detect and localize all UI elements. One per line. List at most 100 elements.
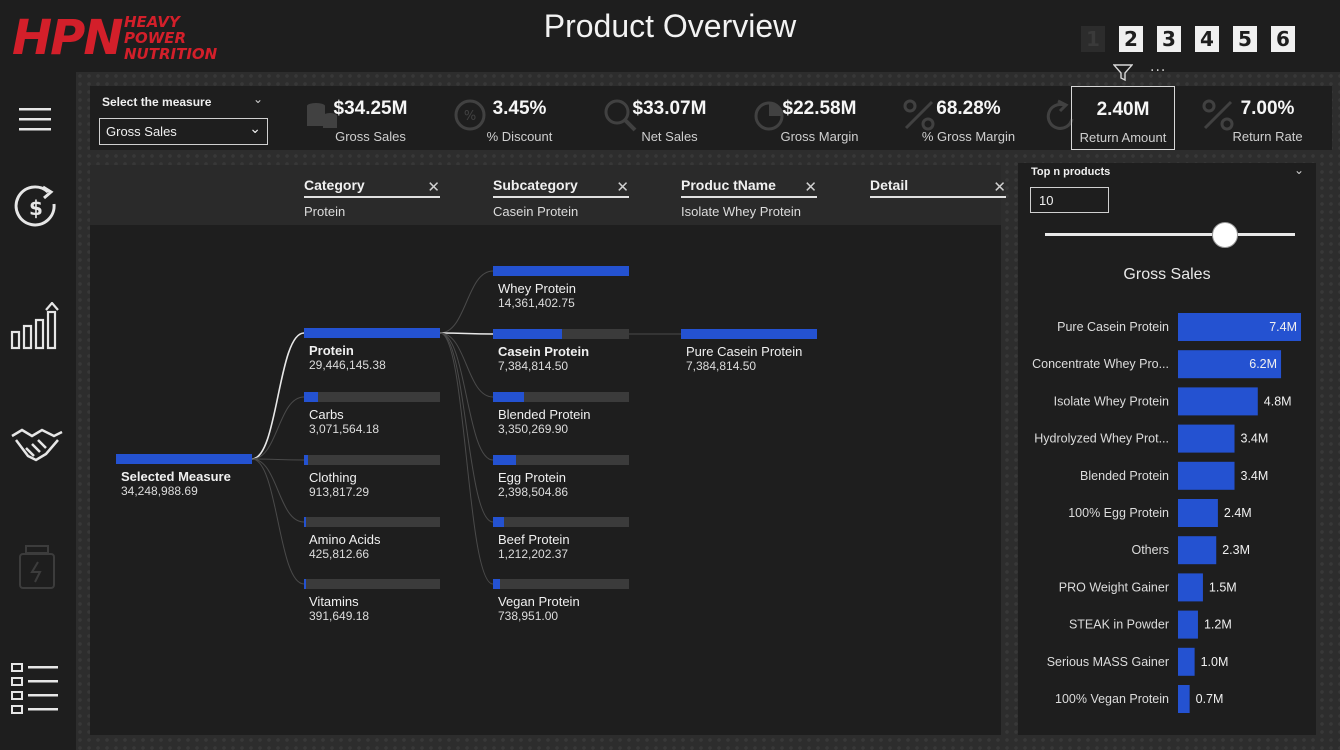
node-value: 29,446,145.38 — [309, 358, 386, 372]
node-bar-track — [116, 454, 252, 464]
tree-node-subcategory[interactable]: Blended Protein 3,350,269.90 — [493, 392, 629, 436]
node-bar-track — [681, 329, 817, 339]
node-label: Selected Measure — [121, 469, 231, 484]
kpi-value: 2.40M — [1096, 99, 1150, 120]
node-bar-track — [304, 455, 440, 465]
kpi-gross-margin[interactable]: $22.58M Gross Margin — [747, 86, 892, 150]
tree-node-category[interactable]: Vitamins 391,649.18 — [304, 579, 440, 623]
tree-node-subcategory[interactable]: Casein Protein 7,384,814.50 — [493, 329, 629, 373]
bar[interactable] — [1178, 424, 1235, 453]
more-options-icon[interactable]: ··· — [1150, 63, 1166, 79]
tree-node-category[interactable]: Clothing 913,817.29 — [304, 455, 440, 499]
kpi-label: Net Sales — [641, 129, 698, 144]
tree-node-category[interactable]: Amino Acids 425,812.66 — [304, 517, 440, 561]
node-bar-track — [493, 579, 629, 589]
bar[interactable] — [1178, 536, 1217, 565]
kpi-return-rate[interactable]: 7.00% Return Rate — [1195, 86, 1340, 150]
kpi-value: $33.07M — [632, 98, 707, 119]
bar-value-label: 1.0M — [1201, 655, 1229, 669]
node-bar-fill — [304, 579, 306, 589]
bar[interactable] — [1178, 610, 1198, 639]
page-button-2[interactable]: 2 — [1119, 26, 1143, 52]
node-bar-fill — [116, 454, 252, 464]
bar[interactable] — [1178, 387, 1258, 416]
kpi-return-amount[interactable]: 2.40M Return Amount — [1046, 86, 1175, 150]
list-icon[interactable] — [10, 660, 64, 714]
node-bar-fill — [493, 329, 563, 339]
tree-node-subcategory[interactable]: Egg Protein 2,398,504.86 — [493, 455, 629, 499]
tree-connectors — [251, 270, 681, 585]
node-label: Pure Casein Protein — [686, 344, 803, 359]
page-button-6[interactable]: 6 — [1271, 26, 1295, 52]
tree-node-category[interactable]: Protein 29,446,145.38 — [304, 328, 440, 372]
handshake-icon[interactable] — [10, 418, 64, 472]
finance-icon[interactable]: $ — [10, 180, 64, 234]
page-button-3[interactable]: 3 — [1157, 26, 1181, 52]
bar-chart-title: Gross Sales — [1123, 266, 1211, 283]
measure-dropdown-value: Gross Sales — [106, 124, 177, 139]
bar-value-label: 2.4M — [1224, 506, 1252, 520]
node-value: 7,384,814.50 — [686, 359, 757, 373]
bar[interactable] — [1178, 499, 1218, 527]
kpi-strip: Select the measure ⌄ Gross Sales ⌄ $34.2… — [90, 86, 1332, 150]
bar-category-label: 100% Egg Protein — [1068, 506, 1169, 520]
node-bar-track — [304, 579, 440, 589]
node-bar-fill — [493, 517, 504, 527]
node-value: 34,248,988.69 — [121, 484, 198, 498]
topn-slider-track[interactable] — [1045, 233, 1295, 236]
tree-node-product[interactable]: Pure Casein Protein 7,384,814.50 — [681, 329, 817, 373]
kpi-gross-margin-pct[interactable]: 68.28% % Gross Margin — [896, 86, 1041, 150]
tree-node-subcategory[interactable]: Whey Protein 14,361,402.75 — [493, 266, 629, 310]
chevron-down-icon[interactable]: ⌄ — [1294, 163, 1304, 177]
topn-slider-handle[interactable] — [1212, 222, 1238, 248]
kpi-gross-sales[interactable]: $34.25M Gross Sales — [298, 86, 443, 150]
tree-link — [251, 458, 305, 461]
bar-category-label: Others — [1131, 543, 1169, 557]
page-button-4[interactable]: 4 — [1195, 26, 1219, 52]
node-label: Carbs — [309, 407, 344, 422]
measure-dropdown[interactable]: Gross Sales ⌄ — [99, 118, 268, 145]
top-products-panel: Top n products ⌄ 10 Gross Sales Pure Cas… — [1018, 163, 1316, 735]
bar-category-label: 100% Vegan Protein — [1055, 692, 1169, 706]
node-bar-track — [493, 392, 629, 402]
page-button-1[interactable]: 1 — [1081, 26, 1105, 52]
bar[interactable] — [1178, 647, 1195, 676]
menu-icon[interactable] — [10, 92, 64, 146]
kpi-discount[interactable]: % 3.45% % Discount — [447, 86, 592, 150]
bar-category-label: Hydrolyzed Whey Prot... — [1034, 432, 1169, 446]
chevron-down-icon[interactable]: ⌄ — [253, 92, 263, 106]
bar-value-label: 1.5M — [1209, 580, 1237, 594]
bar[interactable] — [1178, 461, 1235, 490]
bar[interactable] — [1178, 573, 1203, 602]
kpi-net-sales[interactable]: $33.07M Net Sales — [597, 86, 742, 150]
tree-node-root[interactable]: Selected Measure 34,248,988.69 — [116, 454, 252, 498]
tree-link — [251, 396, 305, 460]
page-button-5[interactable]: 5 — [1233, 26, 1257, 52]
topn-input[interactable]: 10 — [1030, 187, 1109, 213]
node-bar-track — [493, 455, 629, 465]
tree-node-category[interactable]: Carbs 3,071,564.18 — [304, 392, 440, 436]
tree-node-subcategory[interactable]: Vegan Protein 738,951.00 — [493, 579, 629, 623]
tree-link — [439, 270, 494, 334]
kpi-value: $34.25M — [333, 98, 408, 119]
node-value: 7,384,814.50 — [498, 359, 569, 373]
node-bar-fill — [493, 579, 500, 589]
node-label: Beef Protein — [498, 532, 570, 547]
tree-node-subcategory[interactable]: Beef Protein 1,212,202.37 — [493, 517, 629, 561]
node-label: Egg Protein — [498, 470, 566, 485]
bar-category-label: Serious MASS Gainer — [1047, 655, 1169, 669]
node-value: 1,212,202.37 — [498, 547, 569, 561]
node-value: 2,398,504.86 — [498, 485, 569, 499]
supplement-jar-icon[interactable] — [10, 540, 64, 594]
bar-value-label: 3.4M — [1241, 469, 1269, 483]
tree-link — [251, 332, 305, 460]
node-bar-fill — [304, 392, 318, 402]
filter-icon[interactable] — [1113, 64, 1133, 82]
node-value: 3,350,269.90 — [498, 422, 569, 436]
tree-link — [439, 332, 494, 523]
growth-chart-icon[interactable] — [10, 302, 64, 356]
node-label: Blended Protein — [498, 407, 591, 422]
kpi-label: % Discount — [486, 129, 553, 144]
bar[interactable] — [1178, 685, 1190, 713]
node-value: 738,951.00 — [498, 609, 559, 623]
